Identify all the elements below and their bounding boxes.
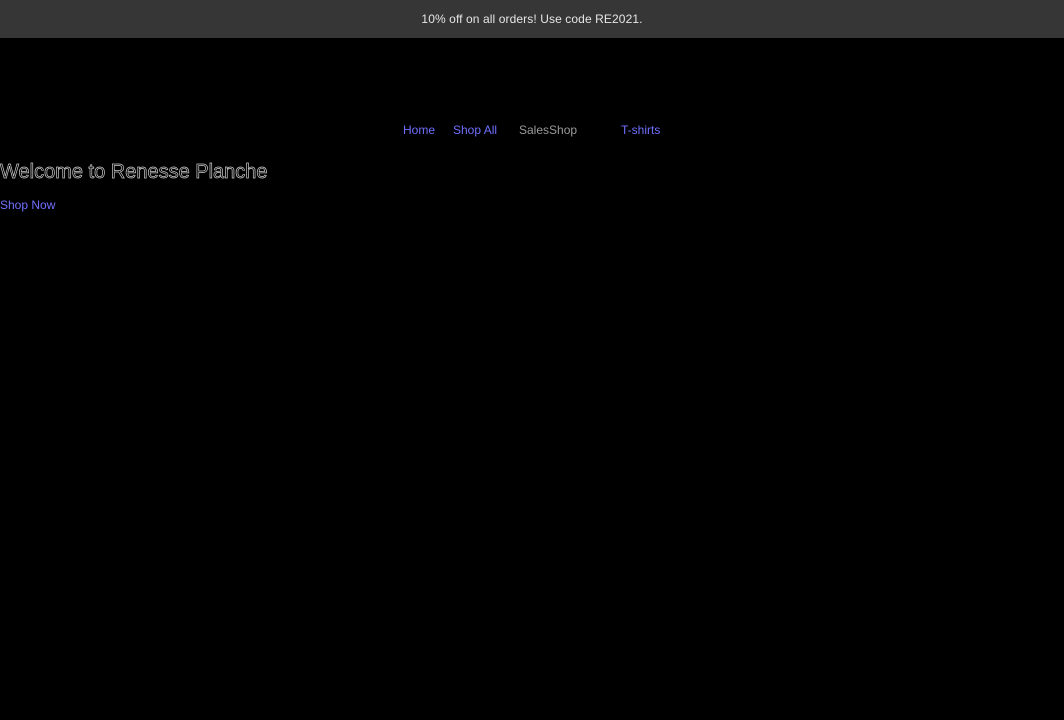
nav-item-shop-all[interactable]: Shop All — [453, 122, 497, 138]
announcement-text: 10% off on all orders! Use code RE2021. — [421, 12, 643, 26]
nav-item-sales-shop[interactable]: SalesShop — [519, 122, 577, 138]
announcement-bar: 10% off on all orders! Use code RE2021. — [0, 0, 1064, 38]
nav-item-home[interactable]: Home — [403, 122, 435, 138]
nav-item-t-shirts[interactable]: T-shirts — [621, 122, 660, 138]
shop-now-link[interactable]: Shop Now — [0, 197, 55, 213]
hero-title: Welcome to Renesse Planche — [0, 161, 268, 184]
main-nav: Home Shop All SalesShop T-shirts — [0, 122, 1064, 138]
